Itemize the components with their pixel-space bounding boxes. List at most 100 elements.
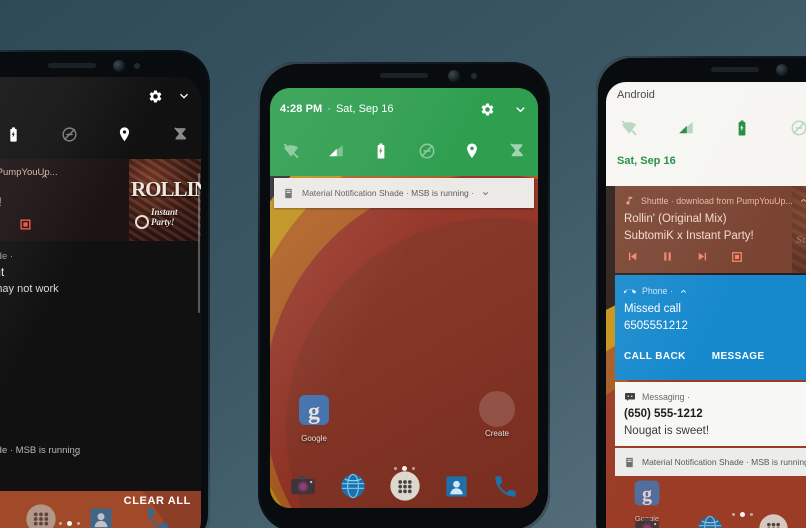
notification-media-right[interactable]: Subto Shuttle · download from PumpYouUp.… [615,186,806,273]
call-header-row-right: Phone · [624,285,688,297]
ongoing-text-center: Material Notification Shade · MSB is run… [302,188,474,198]
proximity-sensor-center [471,73,477,79]
skip-next-icon[interactable] [696,250,709,263]
do-not-disturb-off-icon[interactable] [61,126,78,143]
gear-icon[interactable] [480,102,495,117]
phone-center: 4:28 PM · Sat, Sep 16 Material Notificat… [258,62,550,528]
battery-charging-icon[interactable] [372,142,390,160]
status-date-center: Sat, Sep 16 [335,103,394,115]
gear-icon[interactable] [148,89,163,104]
notification-media-left[interactable]: ROLLIN InstantParty! ownload from PumpYo… [0,159,201,241]
notification-storage-left[interactable]: otification Shade · e running out n func… [0,245,201,307]
album-art-left: ROLLIN Instant Party! [129,159,201,241]
front-camera-left [113,60,125,72]
chevron-up-icon[interactable] [799,196,806,205]
media-subtitle-right: SubtomiK x Instant Party! [624,230,754,242]
home-icon-label: Create [484,429,509,438]
quick-tiles-center [270,130,538,172]
music-note-icon [624,195,635,206]
apps-drawer-icon[interactable] [25,503,57,528]
storage-title-left: e running out [0,267,5,279]
phone-icon[interactable] [492,473,519,500]
call-title-right: Missed call [624,303,681,315]
panel-scrollbar-left[interactable] [198,173,200,313]
messaging-icon [624,391,636,403]
stop-icon[interactable] [19,218,32,231]
apps-drawer-icon[interactable] [758,513,789,528]
media-buttons-left [0,217,32,231]
notification-shade-icon [624,457,635,468]
phone-left-screen: at, Sep 16 [0,77,201,528]
media-header-left: ownload from PumpYouUp... [0,167,58,178]
message-subtitle-right: Nougat is sweet! [624,425,710,437]
message-button[interactable]: MESSAGE [712,351,765,362]
missed-call-icon [624,285,636,297]
do-not-disturb-off-icon[interactable] [418,142,436,160]
do-not-disturb-off-icon[interactable] [790,119,806,137]
battery-charging-icon[interactable] [733,119,751,137]
notification-message-right[interactable]: Messaging · (650) 555-1212 Nougat is swe… [615,382,806,446]
message-header-right: Messaging · [642,392,690,402]
chevron-down-icon[interactable] [177,89,191,103]
wifi-off-icon[interactable] [620,119,638,137]
notification-message-left[interactable]: g · 1m 12 eet! [0,363,201,429]
notification-ongoing-center[interactable]: Material Notification Shade · MSB is run… [274,178,534,208]
battery-charging-icon[interactable] [5,126,22,143]
storage-subtitle-left: n functions may not work [0,283,59,295]
notification-shade-icon [283,188,294,199]
home-icon-create[interactable]: Create [470,391,524,438]
contacts-icon[interactable] [443,473,470,500]
browser-icon[interactable] [696,514,724,528]
quick-tiles-left [0,115,201,153]
contacts-icon[interactable] [87,505,115,528]
signal-icon[interactable] [327,142,345,160]
chevron-down-icon[interactable] [513,102,528,117]
earpiece-center [380,73,428,78]
chevron-down-icon[interactable] [70,447,80,465]
camera-icon[interactable] [289,472,317,500]
home-icon-google[interactable]: g Google [288,392,340,443]
create-icon [479,391,515,427]
pause-icon[interactable] [661,250,674,263]
call-header-right: Phone · [642,286,673,296]
front-camera-center [448,70,460,82]
media-subtitle-left: nstant Party! [0,197,2,209]
skip-previous-icon[interactable] [626,250,639,263]
notification-ongoing-left[interactable]: otification Shade · MSB is running [0,437,201,473]
camera-icon[interactable] [633,514,661,528]
quick-tiles-right [606,111,806,145]
earpiece-right [711,67,759,72]
notification-panel-center: 4:28 PM · Sat, Sep 16 [270,88,538,176]
signal-icon[interactable] [677,119,695,137]
call-actions-right: CALL BACK MESSAGE [624,351,765,362]
stop-icon[interactable] [731,251,743,263]
browser-icon[interactable] [339,472,367,500]
notification-partial-left[interactable]: m [0,313,201,353]
ongoing-header-left: otification Shade · MSB is running [0,445,81,456]
phone-icon[interactable] [144,505,172,528]
media-buttons-right [626,250,743,263]
data-saver-icon[interactable] [172,126,189,143]
dock-left [0,497,201,528]
media-title-right: Rollin' (Original Mix) [624,213,727,225]
location-icon[interactable] [116,126,133,143]
status-separator-center: · [327,103,331,115]
notification-ongoing-right[interactable]: Material Notification Shade · MSB is run… [615,448,806,476]
proximity-sensor-left [134,63,140,69]
data-saver-icon[interactable] [508,142,526,160]
notification-panel-right: Android Sat, Sep 16 [606,82,806,186]
dock-right [606,506,806,528]
front-camera-right [776,64,788,76]
svg-text:g: g [308,399,320,425]
status-owner-right: Android [617,89,655,101]
apps-drawer-icon[interactable] [389,470,421,502]
call-back-button[interactable]: CALL BACK [624,351,686,362]
media-header-right: Shuttle · download from PumpYouUp... [641,195,793,206]
wifi-off-icon[interactable] [282,142,300,160]
chevron-up-icon[interactable] [40,168,49,186]
notification-call-right[interactable]: Phone · Missed call 6505551212 CALL BACK… [615,275,806,380]
phone-center-screen: 4:28 PM · Sat, Sep 16 Material Notificat… [270,88,538,508]
chevron-down-icon[interactable] [481,189,490,198]
location-icon[interactable] [463,142,481,160]
chevron-up-icon[interactable] [679,287,688,296]
